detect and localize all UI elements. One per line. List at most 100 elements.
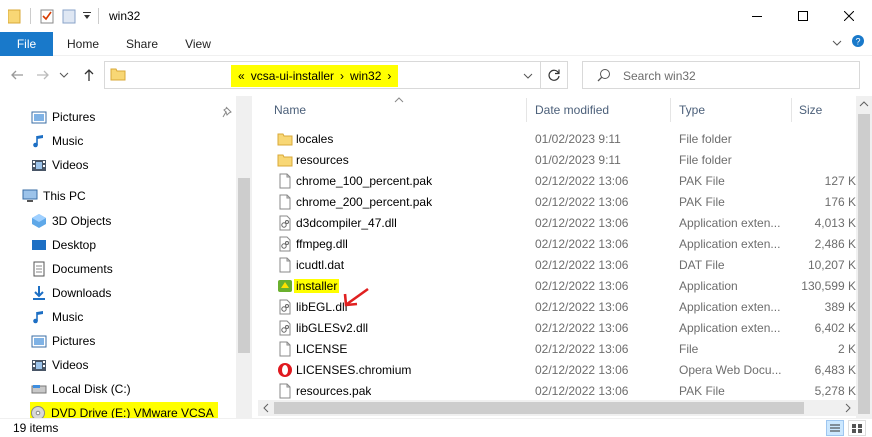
breadcrumb-vcsa-ui-installer[interactable]: vcsa-ui-installer (248, 69, 337, 83)
tab-file[interactable]: File (0, 32, 53, 56)
search-icon (597, 68, 611, 85)
search-input[interactable]: Search win32 (582, 61, 860, 89)
desktop-icon (31, 237, 47, 253)
large-icons-view-button[interactable] (848, 420, 866, 436)
3d-objects-icon (31, 213, 47, 229)
scroll-left-icon[interactable] (258, 400, 274, 416)
nav-item-documents[interactable]: Documents (31, 258, 113, 280)
nav-item-dvd-drive-e-vmware-vcsa[interactable]: DVD Drive (E:) VMware VCSA (30, 402, 218, 418)
file-row[interactable]: resources.pak 02/12/2022 13:06 PAK File 5,2… (258, 381, 856, 400)
music-icon (31, 133, 47, 149)
nav-item-local-disk-c[interactable]: Local Disk (C:) (31, 378, 131, 400)
chevron-right-icon[interactable]: › (384, 69, 394, 83)
nav-item-music[interactable]: Music (31, 306, 83, 328)
forward-button[interactable] (34, 66, 52, 84)
large-icons-view-icon (852, 424, 862, 433)
tab-view[interactable]: View (176, 32, 220, 56)
nav-item-3d-objects[interactable]: 3D Objects (31, 210, 111, 232)
file-date: 02/12/2022 13:06 (535, 342, 629, 356)
address-bar[interactable]: « vcsa-ui-installer › win32 › (104, 61, 541, 89)
nav-item-label: Music (52, 134, 84, 148)
nav-scrollbar[interactable] (236, 96, 252, 418)
minimize-button[interactable] (734, 0, 780, 32)
scroll-up-icon[interactable] (856, 96, 872, 112)
close-button[interactable] (826, 0, 872, 32)
refresh-button[interactable] (540, 61, 568, 89)
search-placeholder: Search win32 (623, 69, 696, 83)
nav-item-pictures[interactable]: Pictures (31, 330, 95, 352)
file-row[interactable]: chrome_200_percent.pak 02/12/2022 13:06 PA… (258, 192, 856, 213)
breadcrumb-overflow[interactable]: « (235, 69, 248, 83)
file-row[interactable]: libGLESv2.dll 02/12/2022 13:06 Application… (258, 318, 856, 339)
column-header-size[interactable]: Size (799, 96, 849, 124)
file-date: 02/12/2022 13:06 (535, 279, 629, 293)
back-button[interactable] (8, 66, 26, 84)
nav-item-videos[interactable]: Videos (31, 154, 88, 176)
nav-item-label: Desktop (52, 238, 97, 252)
help-icon[interactable]: ? (850, 32, 866, 56)
file-size: 176 K (824, 195, 856, 209)
file-name: resources (296, 153, 349, 167)
tab-home[interactable]: Home (60, 32, 106, 56)
file-size: 10,207 K (807, 258, 856, 272)
file-date: 02/12/2022 13:06 (535, 300, 629, 314)
file-name: d3dcompiler_47.dll (296, 216, 397, 230)
file-name: chrome_100_percent.pak (296, 174, 433, 188)
column-header-type[interactable]: Type (679, 96, 779, 124)
nav-item-label: Documents (52, 262, 113, 276)
up-button[interactable] (80, 66, 98, 84)
chevron-right-icon[interactable]: › (337, 69, 347, 83)
file-name: installer (294, 279, 340, 293)
file-icon (277, 194, 293, 210)
pin-icon[interactable] (222, 106, 234, 121)
nav-item-desktop[interactable]: Desktop (31, 234, 96, 256)
minimize-icon (752, 16, 762, 17)
new-folder-icon[interactable] (62, 8, 76, 24)
dll-file-icon (277, 299, 293, 315)
file-icon (277, 173, 293, 189)
tab-share[interactable]: Share (118, 32, 166, 56)
file-list-horizontal-scrollbar[interactable] (258, 400, 856, 416)
file-row[interactable]: d3dcompiler_47.dll 02/12/2022 13:06 Applic… (258, 213, 856, 234)
this-pc-icon (22, 188, 38, 204)
column-header-name[interactable]: Name (274, 96, 524, 124)
maximize-button[interactable] (780, 0, 826, 32)
file-type: File folder (679, 132, 732, 146)
chevron-down-icon[interactable] (830, 32, 844, 56)
details-view-button[interactable] (826, 420, 844, 436)
item-count: 19 items (13, 421, 59, 435)
file-row[interactable]: LICENSES.chromium 02/12/2022 13:06 Opera W… (258, 360, 856, 381)
dll-file-icon (277, 236, 293, 252)
customize-toolbar-dropdown-icon[interactable] (82, 10, 92, 26)
nav-item-label: Downloads (52, 286, 112, 300)
file-date: 02/12/2022 13:06 (535, 321, 629, 335)
file-size: 389 K (824, 300, 856, 314)
nav-item-videos[interactable]: Videos (31, 354, 88, 376)
file-row[interactable]: chrome_100_percent.pak 02/12/2022 13:06 PA… (258, 171, 856, 192)
nav-item-downloads[interactable]: Downloads (31, 282, 111, 304)
chevron-down-icon (59, 72, 69, 78)
recent-locations-button[interactable] (58, 66, 70, 84)
nav-item-pictures[interactable]: Pictures (31, 106, 95, 128)
breadcrumb: « vcsa-ui-installer › win32 › (231, 65, 399, 87)
nav-item-music[interactable]: Music (31, 130, 83, 152)
opera-icon (277, 362, 293, 378)
scroll-right-icon[interactable] (840, 400, 856, 416)
file-date: 01/02/2023 9:11 (535, 153, 621, 167)
column-header-date-modified[interactable]: Date modified (535, 96, 665, 124)
file-size: 5,278 K (814, 384, 856, 398)
properties-icon[interactable] (40, 8, 54, 24)
nav-item-this-pc[interactable]: This PC (22, 185, 86, 207)
breadcrumb-win32[interactable]: win32 (347, 69, 384, 83)
file-row[interactable]: icudtl.dat 02/12/2022 13:06 DAT File 10,207… (258, 255, 856, 276)
nav-item-label: 3D Objects (52, 214, 112, 228)
nav-item-label: Videos (52, 358, 89, 372)
file-row[interactable]: ffmpeg.dll 02/12/2022 13:06 Application ex… (258, 234, 856, 255)
address-history-dropdown[interactable] (523, 70, 533, 84)
file-row[interactable]: LICENSE 02/12/2022 13:06 File 2 K (258, 339, 856, 360)
file-list-scrollbar[interactable] (856, 96, 872, 418)
file-row[interactable]: resources 01/02/2023 9:11 File folder (258, 150, 856, 171)
arrow-up-icon (84, 69, 94, 81)
nav-item-label: This PC (43, 189, 86, 203)
file-row[interactable]: locales 01/02/2023 9:11 File folder (258, 129, 856, 150)
